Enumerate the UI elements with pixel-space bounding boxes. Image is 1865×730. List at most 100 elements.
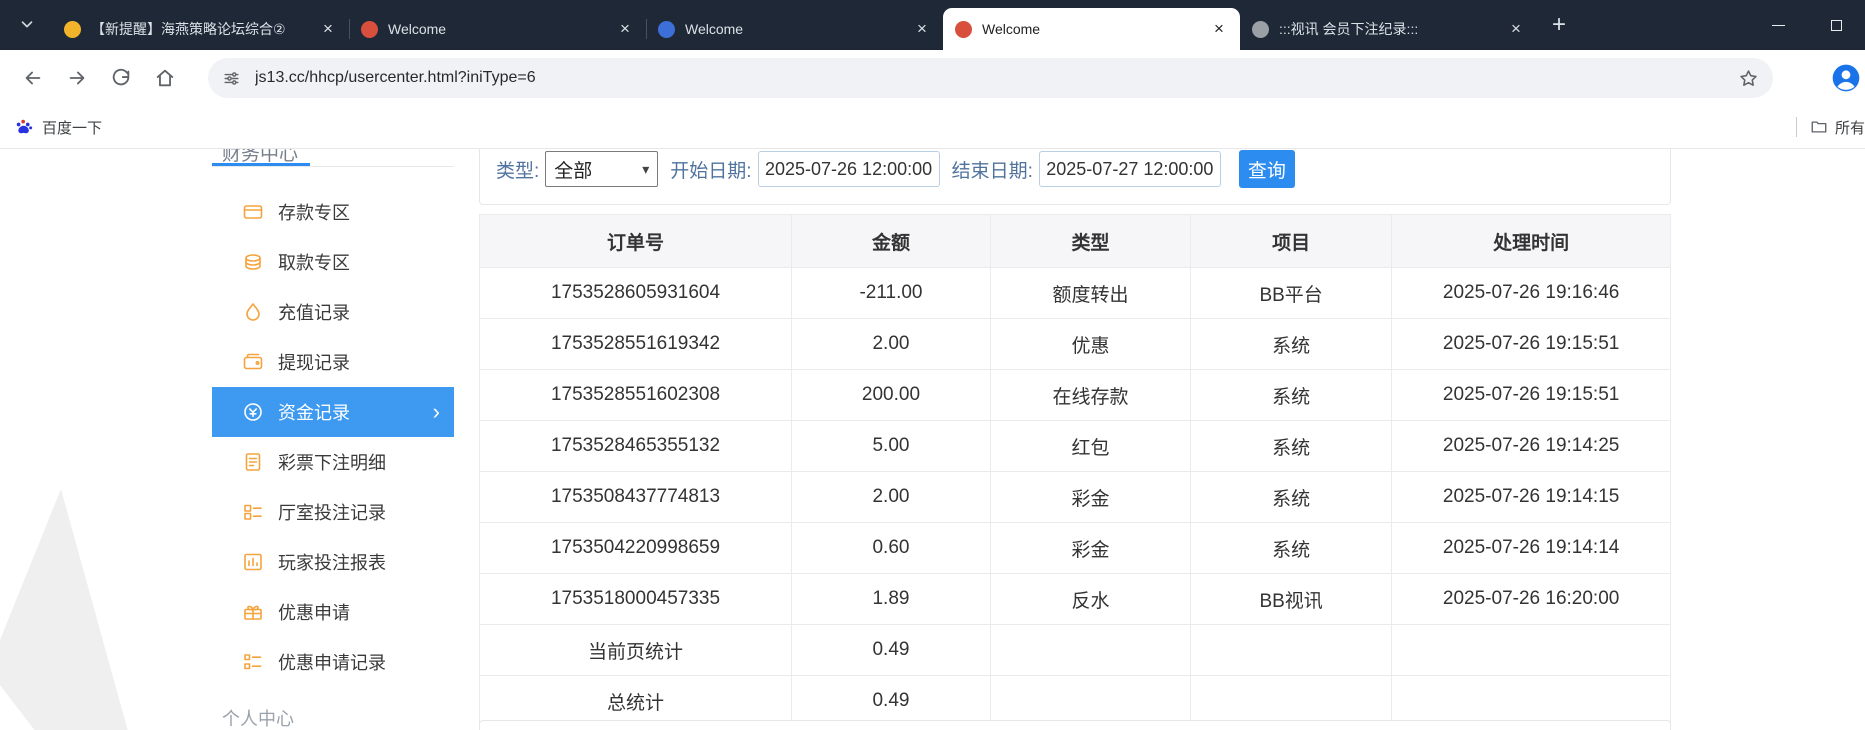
url-text: js13.cc/hhcp/usercenter.html?iniType=6 [255, 69, 1738, 87]
table-cell: 2025-07-26 19:16:46 [1392, 268, 1671, 319]
maximize-icon [1831, 20, 1842, 31]
sidebar-item-player-report-chart[interactable]: 玩家投注报表› [212, 537, 454, 587]
sidebar-item-withdrawal-wallet[interactable]: 提现记录› [212, 337, 454, 387]
chevron-down-icon [18, 15, 36, 38]
sidebar-item-label: 玩家投注报表 [278, 549, 386, 575]
table-header-cell: 处理时间 [1392, 215, 1671, 268]
table-cell: 额度转出 [990, 268, 1190, 319]
all-bookmarks-button[interactable]: 所有 [1796, 113, 1865, 141]
tab-favicon-icon [64, 21, 81, 38]
sidebar-item-label: 充值记录 [278, 299, 350, 325]
table-header-cell: 金额 [792, 215, 991, 268]
tab-title: Welcome [388, 21, 606, 37]
background-triangle-decoration [0, 489, 180, 730]
tab-close-icon[interactable]: × [614, 18, 636, 40]
browser-toolbar: js13.cc/hhcp/usercenter.html?iniType=6 [0, 50, 1865, 105]
tab-favicon-icon [955, 21, 972, 38]
table-cell [990, 625, 1190, 676]
table-cell: 2025-07-26 19:14:15 [1392, 472, 1671, 523]
sidebar-item-promo-record-list[interactable]: 优惠申请记录› [212, 637, 454, 687]
promo-gift-icon [242, 601, 264, 623]
tab-close-icon[interactable]: × [317, 18, 339, 40]
table-cell: 系统 [1191, 319, 1392, 370]
pagination-panel [479, 720, 1671, 730]
query-button[interactable]: 查询 [1239, 150, 1295, 188]
table-cell: -211.00 [792, 268, 991, 319]
table-cell [1392, 625, 1671, 676]
table-cell: 系统 [1191, 421, 1392, 472]
sidebar-item-lottery-document[interactable]: 彩票下注明细› [212, 437, 454, 487]
back-button[interactable] [14, 59, 52, 97]
table-row: 17535285516193422.00优惠系统2025-07-26 19:15… [480, 319, 1671, 370]
sidebar-item-label: 资金记录 [278, 399, 350, 425]
bookmarks-bar: 百度一下 所有 [0, 105, 1865, 149]
table-cell: 1.89 [792, 574, 991, 625]
sidebar-item-withdraw-coins[interactable]: 取款专区› [212, 237, 454, 287]
table-cell: 2025-07-26 19:15:51 [1392, 370, 1671, 421]
type-select[interactable]: 全部 ▾ [545, 151, 658, 187]
player-report-chart-icon [242, 551, 264, 573]
table-cell: 系统 [1191, 472, 1392, 523]
home-button[interactable] [146, 59, 184, 97]
address-bar[interactable]: js13.cc/hhcp/usercenter.html?iniType=6 [208, 58, 1773, 98]
recharge-drop-icon [242, 301, 264, 323]
sidebar-item-funds-coin[interactable]: 资金记录 › [212, 387, 454, 437]
profile-avatar-icon[interactable] [1830, 62, 1862, 94]
sidebar: 财务中心 存款专区›取款专区›充值记录›提现记录›资金记录›彩票下注明细›厅室投… [212, 149, 454, 730]
tab-search-button[interactable] [14, 13, 40, 39]
refresh-button[interactable] [102, 59, 140, 97]
tab-close-icon[interactable]: × [1505, 18, 1527, 40]
browser-tab[interactable]: Welcome× [943, 8, 1240, 50]
browser-tab[interactable]: Welcome × [349, 8, 646, 50]
table-cell: 当前页统计 [480, 625, 792, 676]
all-bookmarks-label: 所有 [1835, 117, 1865, 138]
sidebar-item-hall-bet-list[interactable]: 厅室投注记录› [212, 487, 454, 537]
table-row: 17535042209986590.60彩金系统2025-07-26 19:14… [480, 523, 1671, 574]
table-row: 17535180004573351.89反水BB视讯2025-07-26 16:… [480, 574, 1671, 625]
site-info-icon [222, 69, 241, 88]
start-date-input[interactable] [758, 151, 940, 187]
chevron-right-icon: › [433, 401, 440, 423]
table-cell: 彩金 [990, 523, 1190, 574]
table-cell: 2.00 [792, 472, 991, 523]
table-cell: 2025-07-26 19:15:51 [1392, 319, 1671, 370]
table-cell: BB平台 [1191, 268, 1392, 319]
forward-button[interactable] [58, 59, 96, 97]
bookmark-baidu[interactable]: 百度一下 [14, 113, 102, 141]
deposit-card-icon [242, 201, 264, 223]
bookmark-star-icon[interactable] [1738, 68, 1759, 89]
tab-close-icon[interactable]: × [1208, 18, 1230, 40]
sidebar-item-deposit-card[interactable]: 存款专区› [212, 187, 454, 237]
browser-tab[interactable]: 【新提醒】海燕策略论坛综合②× [52, 8, 349, 50]
browser-window: 【新提醒】海燕策略论坛综合②×Welcome×Welcome×Welcome×:… [0, 0, 1865, 730]
table-cell: 总统计 [480, 676, 792, 727]
table-cell: 优惠 [990, 319, 1190, 370]
end-date-input[interactable] [1039, 151, 1221, 187]
tab-title: :::视讯 会员下注纪录::: [1279, 19, 1497, 39]
browser-tab[interactable]: Welcome× [646, 8, 943, 50]
table-cell: 彩金 [990, 472, 1190, 523]
maximize-button[interactable] [1807, 0, 1865, 50]
table-row: 1753528605931604-211.00额度转出BB平台2025-07-2… [480, 268, 1671, 319]
table-cell: 反水 [990, 574, 1190, 625]
table-header-cell: 类型 [990, 215, 1190, 268]
table-row: 17535084377748132.00彩金系统2025-07-26 19:14… [480, 472, 1671, 523]
sidebar-item-label: 取款专区 [278, 249, 350, 275]
table-cell: 2025-07-26 19:14:25 [1392, 421, 1671, 472]
sidebar-footer-section-title: 个人中心 [222, 705, 294, 730]
tab-close-icon[interactable]: × [911, 18, 933, 40]
minimize-icon [1772, 25, 1785, 26]
table-cell: 系统 [1191, 523, 1392, 574]
bookmarks-divider [1796, 117, 1797, 137]
end-date-label: 结束日期: [952, 156, 1033, 183]
table-cell: 1753508437774813 [480, 472, 792, 523]
sidebar-item-recharge-drop[interactable]: 充值记录› [212, 287, 454, 337]
sidebar-item-promo-gift[interactable]: 优惠申请› [212, 587, 454, 637]
browser-tab[interactable]: :::视讯 会员下注纪录:::× [1240, 8, 1537, 50]
table-cell: 红包 [990, 421, 1190, 472]
minimize-button[interactable] [1749, 0, 1807, 50]
hall-bet-list-icon [242, 501, 264, 523]
tab-favicon-icon [658, 21, 675, 38]
table-row: 总统计0.49 [480, 676, 1671, 727]
new-tab-button[interactable]: + [1545, 12, 1573, 40]
